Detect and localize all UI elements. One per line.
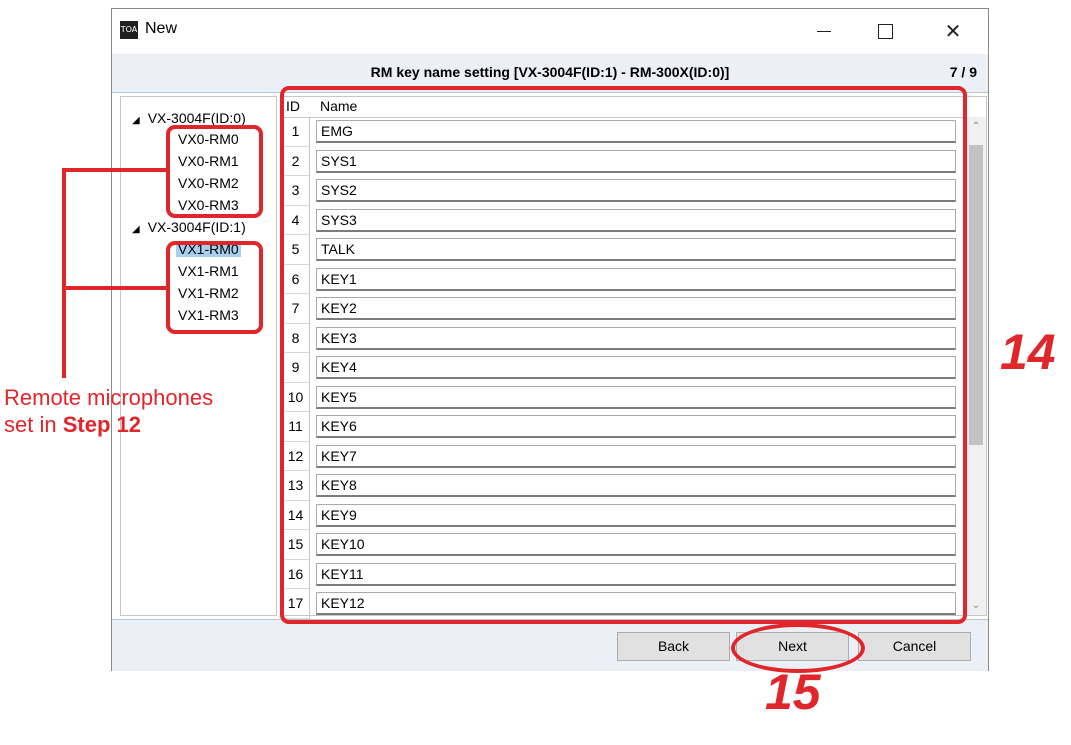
title-bar[interactable]: TOA New ✕: [112, 9, 988, 54]
callout-step-ref: Step 12: [62, 412, 141, 437]
close-button[interactable]: ✕: [933, 15, 973, 47]
tree-group-label: VX-3004F(ID:1): [147, 219, 246, 235]
callout-line-bottom: [62, 286, 166, 290]
expand-arrow-icon[interactable]: ◢: [132, 224, 140, 235]
callout-text-line1: Remote microphones: [4, 385, 214, 410]
minimize-button[interactable]: [804, 15, 844, 47]
minimize-icon: [817, 31, 831, 32]
step-title: RM key name setting [VX-3004F(ID:1) - RM…: [370, 64, 730, 80]
callout-prefix: set in: [4, 412, 63, 437]
highlight-name-grid: [280, 86, 967, 624]
expand-arrow-icon[interactable]: ◢: [132, 115, 140, 126]
callout-line-top: [62, 168, 166, 172]
speaker-app-icon: TOA: [120, 21, 138, 39]
maximize-button[interactable]: [865, 15, 905, 47]
page-counter: 7 / 9: [949, 64, 977, 80]
scrollbar-thumb[interactable]: [969, 145, 983, 445]
maximize-icon: [877, 24, 893, 39]
vertical-scrollbar[interactable]: ⌃ ⌄: [966, 117, 986, 615]
window-title: New: [145, 20, 178, 37]
scroll-down-icon[interactable]: ⌄: [966, 600, 986, 611]
step-number-14: 14: [1000, 324, 1056, 380]
tree-group-vx1[interactable]: ◢ VX-3004F(ID:1): [132, 219, 246, 235]
back-button[interactable]: Back: [617, 632, 730, 661]
tree-group-label: VX-3004F(ID:0): [147, 110, 246, 126]
tree-group-vx0[interactable]: ◢ VX-3004F(ID:0): [132, 110, 246, 126]
callout-text-line2: set in Step 12: [4, 411, 141, 438]
callout-line-vertical: [62, 168, 66, 378]
scroll-up-icon[interactable]: ⌃: [966, 121, 986, 132]
close-icon: ✕: [944, 19, 962, 43]
highlight-vx1-rm-group: [166, 241, 263, 334]
cancel-button[interactable]: Cancel: [858, 632, 971, 661]
highlight-vx0-rm-group: [166, 125, 263, 218]
step-number-15: 15: [765, 664, 821, 720]
